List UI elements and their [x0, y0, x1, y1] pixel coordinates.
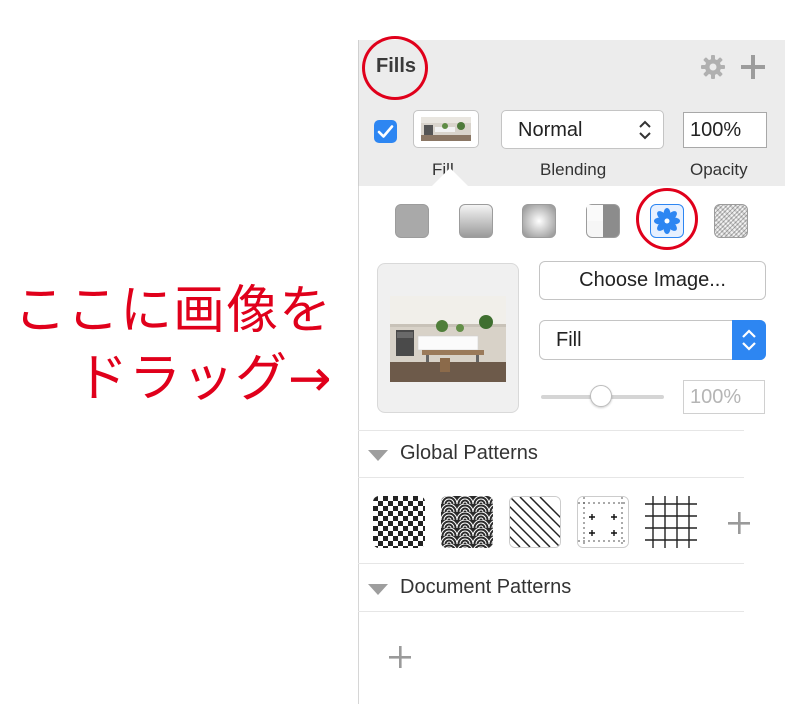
opacity-value: 100%	[690, 119, 742, 141]
tint-percent-value: 100%	[690, 386, 742, 408]
image-drop-well[interactable]	[377, 263, 519, 413]
checkerboard-pattern[interactable]	[373, 496, 425, 548]
title-highlight-circle	[362, 36, 428, 100]
grid-pattern[interactable]	[645, 496, 697, 548]
tint-percent-field[interactable]: 100%	[683, 380, 765, 414]
disclosure-triangle-icon[interactable]	[368, 450, 388, 461]
radial-gradient-icon[interactable]	[522, 204, 556, 238]
popover-caret	[432, 168, 468, 186]
blending-select[interactable]: Normal	[501, 110, 664, 149]
divider	[358, 563, 744, 564]
office-photo-image	[390, 296, 506, 382]
linear-gradient-icon[interactable]	[459, 204, 493, 238]
disclosure-triangle-icon[interactable]	[368, 584, 388, 595]
gear-icon[interactable]	[700, 54, 726, 80]
blending-value: Normal	[518, 119, 583, 141]
add-global-pattern-icon[interactable]	[727, 511, 751, 540]
tint-slider-knob[interactable]	[590, 385, 612, 407]
fill-color-well[interactable]	[413, 110, 479, 148]
image-fill-mode-value: Fill	[556, 329, 582, 351]
opacity-label: Opacity	[690, 160, 748, 179]
dotted-crosshair-pattern[interactable]	[577, 496, 629, 548]
select-stepper[interactable]	[732, 320, 766, 360]
divider	[358, 611, 744, 612]
fill-enabled-checkbox[interactable]	[374, 120, 397, 143]
noise-fill-icon[interactable]	[714, 204, 748, 238]
pattern-fill-highlight-circle	[636, 188, 698, 250]
divider	[358, 477, 744, 478]
choose-image-button[interactable]: Choose Image...	[539, 261, 766, 300]
updown-chevron-icon	[742, 329, 756, 351]
global-patterns-title: Global Patterns	[400, 442, 538, 464]
seigaiha-pattern[interactable]	[441, 496, 493, 548]
blending-label: Blending	[540, 160, 607, 179]
document-patterns-title: Document Patterns	[400, 576, 572, 598]
diagonal-lines-pattern[interactable]	[509, 496, 561, 548]
add-fill-icon[interactable]	[740, 54, 766, 80]
fill-thumbnail-image	[421, 117, 471, 141]
add-document-pattern-icon[interactable]	[388, 645, 412, 674]
annotation-line-2: ドラッグ→	[76, 349, 333, 409]
annotation-line-1: ここに画像を	[14, 281, 333, 341]
image-fill-mode-select[interactable]: Fill	[539, 320, 766, 360]
updown-chevron-icon	[639, 120, 651, 140]
divider	[358, 430, 744, 431]
solid-fill-icon[interactable]	[395, 204, 429, 238]
angular-gradient-icon[interactable]	[586, 204, 620, 238]
opacity-field[interactable]: 100%	[683, 112, 767, 148]
